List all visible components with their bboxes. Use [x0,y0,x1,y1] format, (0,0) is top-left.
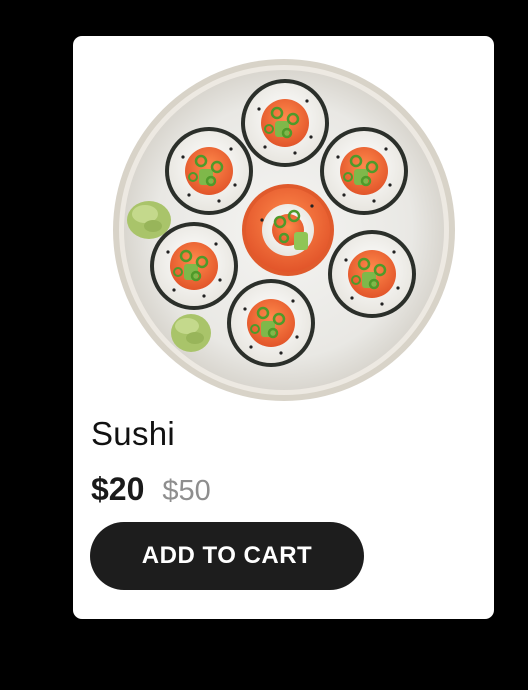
product-card: Sushi $20 $50 ADD TO CART [73,36,494,619]
product-title: Sushi [91,415,176,452]
current-price: $20 [91,471,145,507]
sushi-plate-image [73,36,494,416]
price-row: $20 $50 [91,469,211,511]
original-price: $50 [162,475,211,507]
add-to-cart-button[interactable]: ADD TO CART [90,522,364,590]
